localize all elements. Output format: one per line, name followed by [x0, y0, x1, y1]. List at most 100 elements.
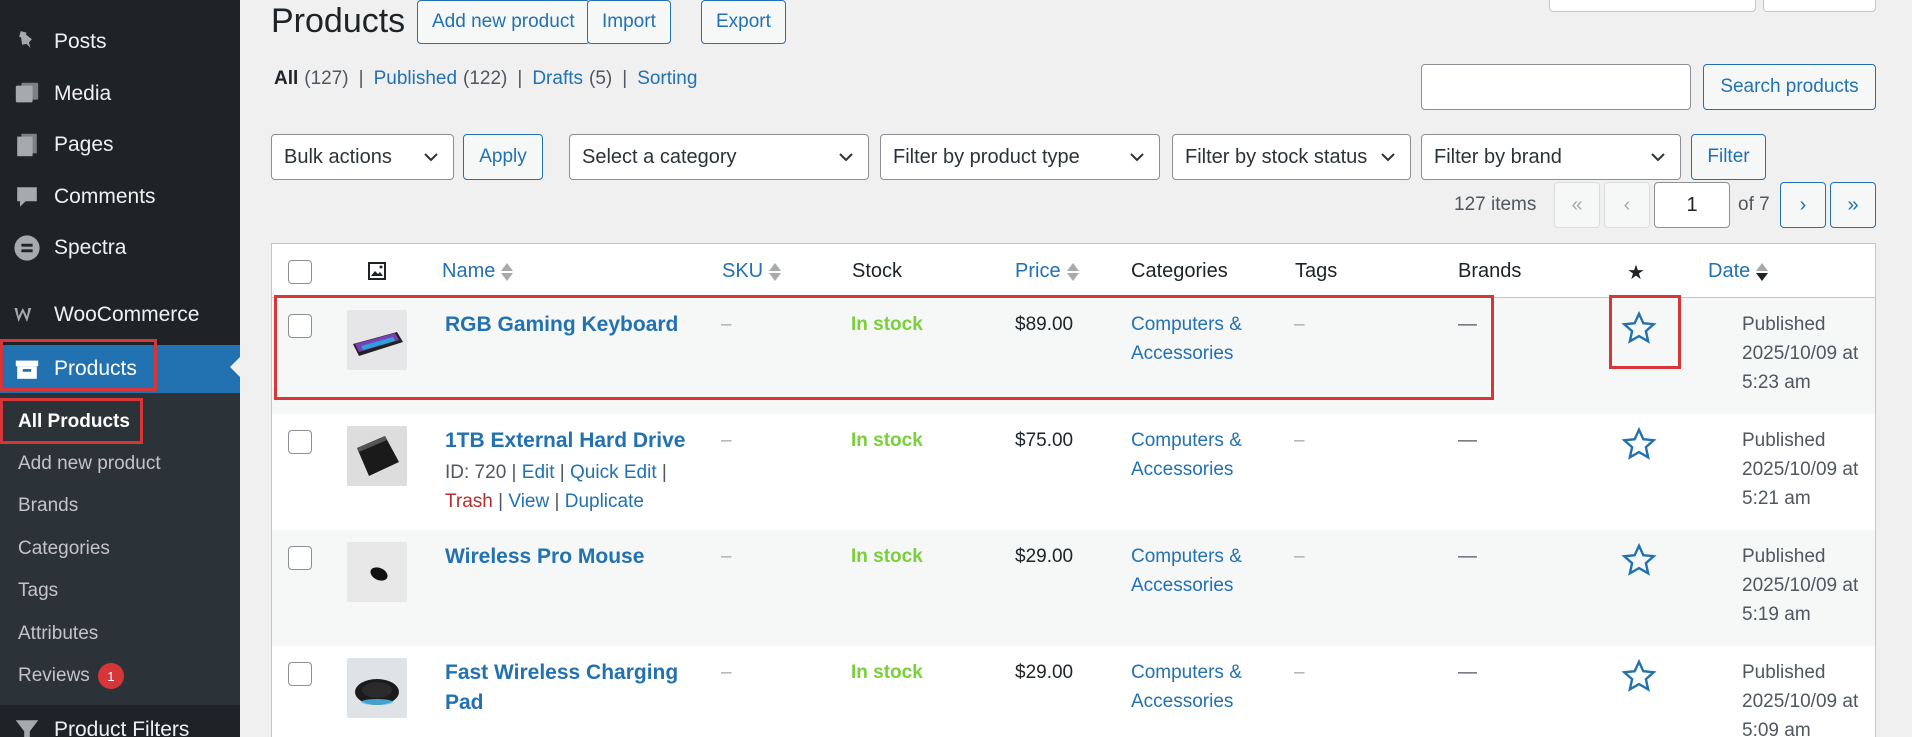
row-checkbox[interactable] [288, 314, 312, 338]
duplicate-link[interactable]: Duplicate [565, 491, 644, 512]
sidebar-item-label: Posts [54, 30, 107, 53]
select-all-checkbox[interactable] [288, 260, 312, 284]
submenu-reviews[interactable]: Reviews 1 [18, 659, 124, 693]
screen-options-tab[interactable] [1549, 0, 1756, 12]
apply-button[interactable]: Apply [463, 134, 543, 180]
sort-icon [1756, 262, 1769, 281]
view-sorting[interactable]: Sorting [637, 68, 697, 90]
total-pages: of 7 [1738, 194, 1770, 215]
view-drafts[interactable]: Drafts (5) [532, 68, 612, 90]
sidebar-item-pages[interactable]: Pages [0, 123, 240, 167]
brands-value: — [1458, 314, 1477, 335]
sort-icon [1066, 262, 1079, 281]
last-page-button[interactable]: » [1830, 182, 1876, 228]
edit-link[interactable]: Edit [522, 462, 555, 483]
submenu-tags[interactable]: Tags [18, 574, 58, 608]
pages-icon [12, 130, 42, 160]
items-count: 127 items [1454, 194, 1537, 215]
help-tab[interactable] [1763, 0, 1876, 12]
product-type-select[interactable]: Filter by product type [880, 134, 1160, 180]
date-value: Published 2025/10/09 at 5:19 am [1742, 546, 1859, 625]
submenu-attributes[interactable]: Attributes [18, 617, 98, 651]
featured-star-icon[interactable] [1621, 542, 1657, 578]
first-page-button[interactable]: « [1554, 182, 1600, 228]
import-button[interactable]: Import [587, 0, 671, 44]
column-tags: Tags [1295, 260, 1338, 282]
sidebar-item-comments[interactable]: Comments [0, 175, 240, 219]
sidebar-item-label: Products [54, 357, 137, 380]
row-actions: ID: 720 | Edit | Quick Edit | Trash | Vi… [445, 462, 667, 512]
category-link[interactable]: Computers & Accessories [1131, 426, 1242, 484]
featured-star-icon[interactable] [1621, 310, 1657, 346]
column-featured-star-icon[interactable]: ★ [1627, 260, 1645, 285]
admin-sidebar: Posts Media Pages Comments Spectra WooCo… [0, 0, 240, 737]
quick-edit-link[interactable]: Quick Edit [570, 462, 657, 483]
category-link[interactable]: Computers & Accessories [1131, 658, 1242, 716]
sort-icon [501, 262, 514, 281]
product-thumbnail[interactable] [347, 310, 407, 370]
sidebar-item-posts[interactable]: Posts [0, 20, 240, 64]
stock-status-select[interactable]: Filter by stock status [1172, 134, 1411, 180]
sidebar-item-spectra[interactable]: Spectra [0, 226, 240, 270]
row-checkbox[interactable] [288, 662, 312, 686]
bulk-actions-value: Bulk actions [284, 145, 392, 168]
category-select[interactable]: Select a category [569, 134, 869, 180]
sku-value: – [721, 662, 732, 683]
tags-value: – [1294, 546, 1305, 567]
pin-icon [12, 27, 42, 57]
product-name-link[interactable]: Wireless Pro Mouse [445, 542, 644, 572]
submenu-add-new-product[interactable]: Add new product [18, 447, 161, 481]
product-thumbnail[interactable] [347, 426, 407, 486]
prev-page-button[interactable]: ‹ [1604, 182, 1650, 228]
sidebar-item-label: Media [54, 82, 112, 105]
view-published[interactable]: Published (122) [374, 68, 508, 90]
sidebar-item-label: Comments [54, 185, 156, 208]
submenu-all-products[interactable]: All Products [18, 405, 130, 439]
category-link[interactable]: Computers & Accessories [1131, 310, 1242, 368]
stock-status: In stock [851, 314, 923, 335]
product-thumbnail[interactable] [347, 542, 407, 602]
add-new-product-button[interactable]: Add new product [417, 0, 590, 44]
column-stock: Stock [852, 260, 903, 282]
bulk-actions-select[interactable]: Bulk actions [271, 134, 454, 180]
search-input[interactable] [1421, 64, 1691, 110]
featured-star-icon[interactable] [1621, 658, 1657, 694]
trash-link[interactable]: Trash [445, 491, 493, 512]
search-products-button[interactable]: Search products [1703, 64, 1876, 110]
row-checkbox[interactable] [288, 430, 312, 454]
current-page-input[interactable]: 1 [1654, 182, 1730, 228]
sidebar-item-products[interactable]: Products [0, 345, 240, 393]
category-link[interactable]: Computers & Accessories [1131, 542, 1242, 600]
next-page-button[interactable]: › [1780, 182, 1826, 228]
sidebar-item-product-filters[interactable]: Product Filters [0, 708, 240, 737]
view-all[interactable]: All (127) [274, 68, 349, 90]
column-date[interactable]: Date [1708, 260, 1769, 283]
page-title: Products [271, 2, 406, 40]
sidebar-item-label: WooCommerce [54, 303, 200, 326]
table-row: Fast Wireless Charging Pad – In stock $29… [272, 646, 1875, 737]
column-name[interactable]: Name [442, 260, 514, 283]
submenu-reviews-label: Reviews [18, 665, 90, 686]
submenu-categories[interactable]: Categories [18, 532, 110, 566]
export-button[interactable]: Export [701, 0, 786, 44]
chevron-down-icon [424, 153, 438, 162]
brand-select[interactable]: Filter by brand [1421, 134, 1681, 180]
table-header: Name SKU Stock Price Categories Tags Bra… [272, 244, 1875, 298]
price-value: $75.00 [1015, 430, 1074, 451]
sidebar-item-media[interactable]: Media [0, 72, 240, 116]
product-name-link[interactable]: RGB Gaming Keyboard [445, 310, 678, 340]
product-thumbnail[interactable] [347, 658, 407, 718]
stock-status: In stock [851, 430, 923, 451]
sidebar-item-label: Pages [54, 133, 114, 156]
view-link[interactable]: View [508, 491, 549, 512]
column-price[interactable]: Price [1015, 260, 1079, 283]
submenu-brands[interactable]: Brands [18, 489, 78, 523]
product-name-link[interactable]: Fast Wireless Charging Pad [445, 658, 678, 718]
filter-button[interactable]: Filter [1691, 134, 1766, 180]
row-checkbox[interactable] [288, 546, 312, 570]
sidebar-item-woocommerce[interactable]: WooCommerce [0, 293, 240, 337]
column-sku[interactable]: SKU [722, 260, 782, 283]
featured-star-icon[interactable] [1621, 426, 1657, 462]
product-name-link[interactable]: 1TB External Hard Drive [445, 426, 685, 456]
products-submenu: All Products Add new product Brands Cate… [0, 393, 240, 705]
